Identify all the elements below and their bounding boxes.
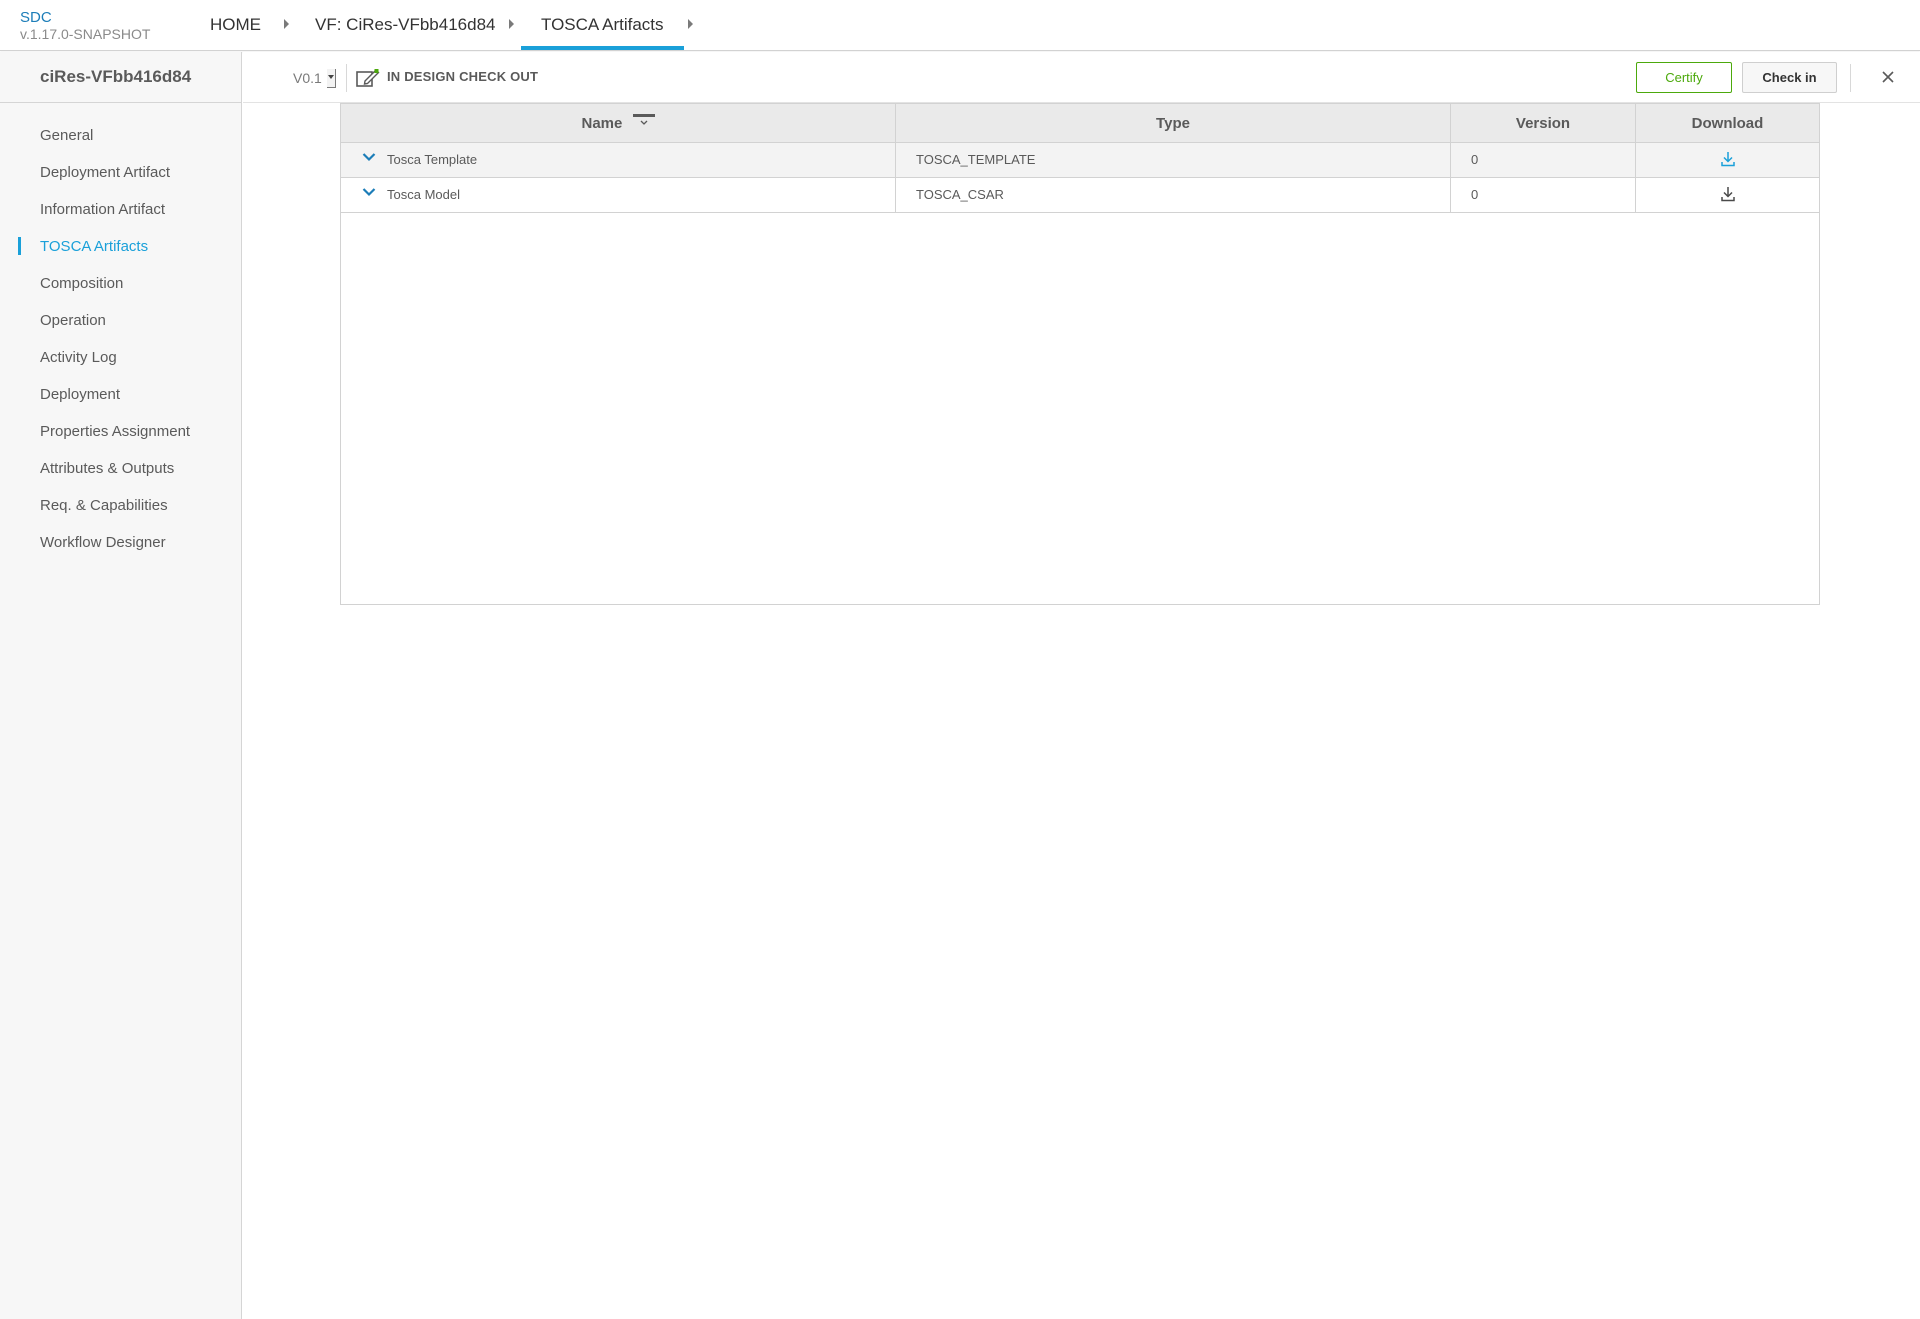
top-header: SDC v.1.17.0-SNAPSHOT HOME VF: CiRes-VFb… bbox=[0, 0, 1920, 51]
artifact-download-cell bbox=[1636, 143, 1819, 177]
sidebar-item-attributes-outputs[interactable]: Attributes & Outputs bbox=[0, 450, 241, 487]
left-sidebar: ciRes-VFbb416d84 General Deployment Arti… bbox=[0, 52, 242, 1319]
app-version: v.1.17.0-SNAPSHOT bbox=[20, 26, 151, 42]
sidebar-item-properties-assignment[interactable]: Properties Assignment bbox=[0, 413, 241, 450]
breadcrumb-tosca-artifacts[interactable]: TOSCA Artifacts bbox=[521, 0, 684, 50]
sort-icon[interactable] bbox=[632, 112, 655, 128]
certify-button[interactable]: Certify bbox=[1636, 62, 1732, 93]
column-header-type[interactable]: Type bbox=[896, 104, 1451, 143]
sidebar-item-information-artifact[interactable]: Information Artifact bbox=[0, 191, 241, 228]
table-row[interactable]: Tosca Template TOSCA_TEMPLATE 0 bbox=[341, 143, 1819, 178]
artifact-version: 0 bbox=[1451, 178, 1636, 212]
check-in-button[interactable]: Check in bbox=[1742, 62, 1837, 93]
close-icon[interactable] bbox=[1880, 69, 1896, 85]
breadcrumb-arrow-icon[interactable] bbox=[509, 19, 514, 29]
table-row[interactable]: Tosca Model TOSCA_CSAR 0 bbox=[341, 178, 1819, 213]
divider bbox=[346, 64, 347, 92]
tosca-artifacts-table: Name Type Version Download Tosca Templat… bbox=[340, 103, 1820, 605]
artifact-name-cell: Tosca Model bbox=[341, 178, 896, 212]
version-dropdown-icon[interactable] bbox=[327, 69, 336, 88]
artifact-download-cell bbox=[1636, 178, 1819, 212]
chevron-down-icon[interactable] bbox=[362, 152, 376, 162]
sidebar-nav: General Deployment Artifact Information … bbox=[0, 103, 241, 561]
sidebar-item-deployment[interactable]: Deployment bbox=[0, 376, 241, 413]
breadcrumb-home[interactable]: HOME bbox=[210, 0, 261, 50]
download-icon[interactable] bbox=[1720, 151, 1736, 167]
download-icon[interactable] bbox=[1720, 186, 1736, 202]
breadcrumb-arrow-icon[interactable] bbox=[284, 19, 289, 29]
lifecycle-status: IN DESIGN CHECK OUT bbox=[387, 69, 539, 84]
sidebar-item-operation[interactable]: Operation bbox=[0, 302, 241, 339]
app-logo[interactable]: SDC v.1.17.0-SNAPSHOT bbox=[20, 9, 150, 42]
sidebar-item-req-capabilities[interactable]: Req. & Capabilities bbox=[0, 487, 241, 524]
artifact-name: Tosca Template bbox=[387, 152, 478, 167]
breadcrumb-vf[interactable]: VF: CiRes-VFbb416d84 bbox=[315, 0, 495, 50]
column-header-download: Download bbox=[1691, 115, 1764, 132]
sidebar-item-deployment-artifact[interactable]: Deployment Artifact bbox=[0, 154, 241, 191]
artifact-type: TOSCA_TEMPLATE bbox=[896, 143, 1451, 177]
workspace-top-bar: V0.1 IN DESIGN CHECK OUT Certify Check i… bbox=[243, 52, 1920, 103]
artifact-name: Tosca Model bbox=[387, 187, 460, 202]
sidebar-item-composition[interactable]: Composition bbox=[0, 265, 241, 302]
column-header-name[interactable]: Name bbox=[341, 104, 896, 143]
checkout-status-icon bbox=[356, 69, 380, 87]
chevron-down-icon[interactable] bbox=[362, 187, 376, 197]
table-header: Name Type Version Download bbox=[341, 103, 1819, 143]
sidebar-title: ciRes-VFbb416d84 bbox=[0, 52, 241, 103]
app-name: SDC bbox=[20, 9, 52, 26]
sidebar-item-general[interactable]: General bbox=[0, 117, 241, 154]
sidebar-item-workflow-designer[interactable]: Workflow Designer bbox=[0, 524, 241, 561]
sidebar-item-activity-log[interactable]: Activity Log bbox=[0, 339, 241, 376]
artifact-name-cell: Tosca Template bbox=[341, 143, 896, 177]
sidebar-item-tosca-artifacts[interactable]: TOSCA Artifacts bbox=[0, 228, 241, 265]
artifact-version: 0 bbox=[1451, 143, 1636, 177]
artifact-type: TOSCA_CSAR bbox=[896, 178, 1451, 212]
breadcrumb-arrow-icon[interactable] bbox=[688, 19, 693, 29]
column-header-name-label: Name bbox=[581, 115, 623, 132]
column-header-version[interactable]: Version bbox=[1451, 104, 1636, 143]
divider bbox=[1850, 64, 1851, 92]
version-select[interactable]: V0.1 bbox=[293, 67, 322, 89]
